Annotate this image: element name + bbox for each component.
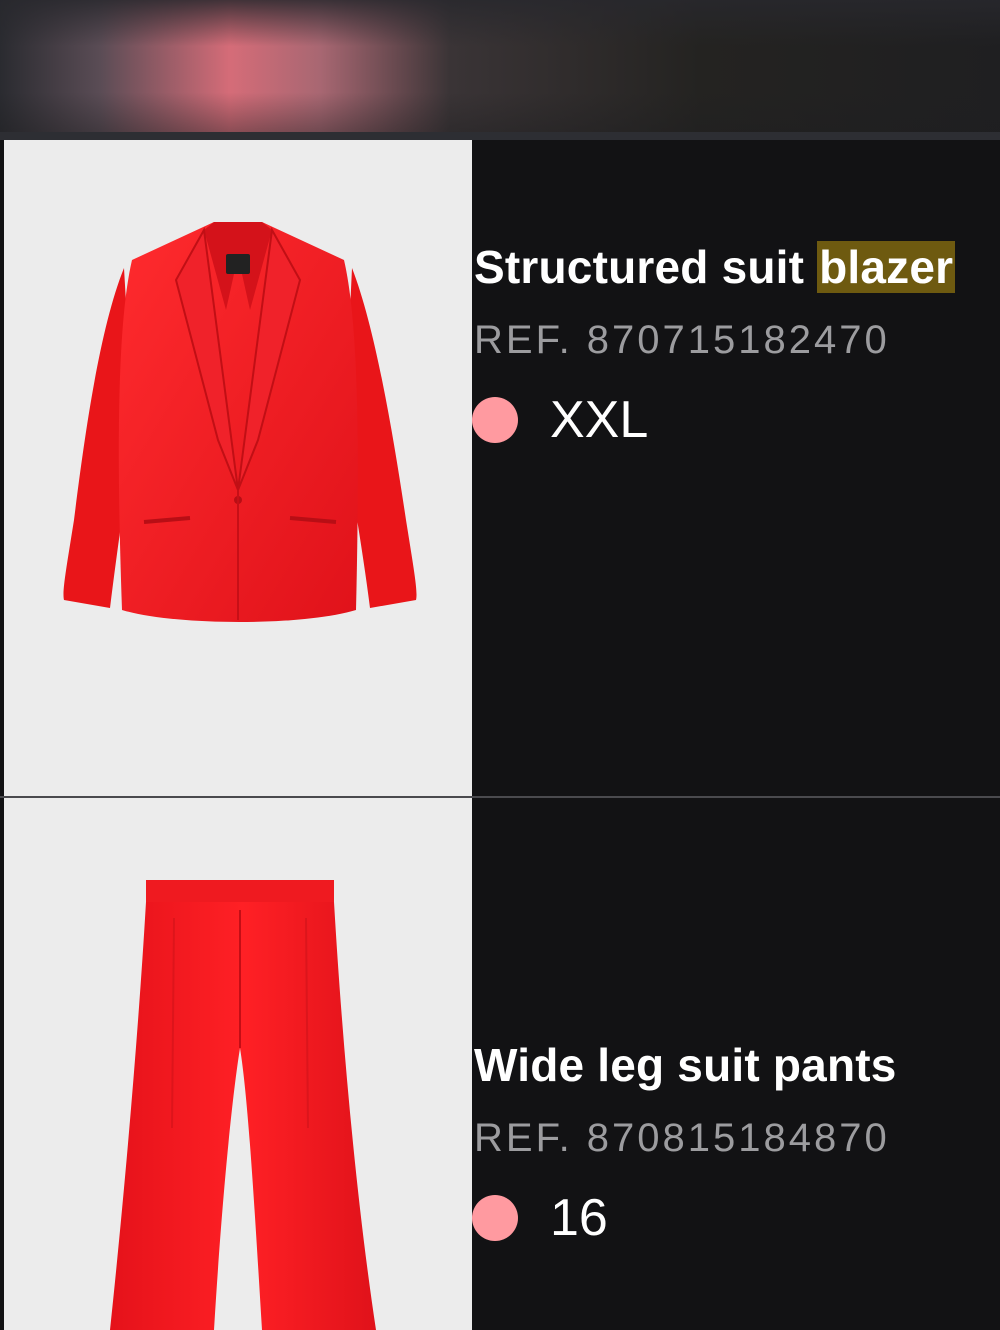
- search-match-highlight: blazer: [817, 241, 956, 293]
- product-title[interactable]: Wide leg suit pants: [474, 1038, 897, 1092]
- product-item-blazer[interactable]: Structured suit blazer REF. 870715182470…: [0, 140, 1000, 796]
- product-title-text: Wide leg suit pants: [474, 1039, 897, 1091]
- product-reference: REF. 870715182470: [474, 318, 890, 362]
- header-divider: [0, 132, 1000, 140]
- size-row: XXL: [472, 391, 649, 449]
- red-blazer-image: [63, 222, 417, 622]
- size-label: XXL: [550, 391, 649, 449]
- blurred-header-bar: [0, 0, 1000, 132]
- size-row: 16: [472, 1189, 608, 1247]
- product-title-text: Structured suit: [474, 241, 818, 293]
- product-reference: REF. 870815184870: [474, 1116, 890, 1160]
- color-swatch-icon: [472, 1195, 518, 1241]
- product-item-pants[interactable]: Wide leg suit pants REF. 870815184870 16: [0, 798, 1000, 1330]
- product-image-pants[interactable]: [4, 798, 472, 1330]
- product-info-pants: Wide leg suit pants REF. 870815184870 16: [472, 798, 1000, 1330]
- product-image-blazer[interactable]: [4, 140, 472, 796]
- size-label: 16: [550, 1189, 608, 1247]
- product-list: Structured suit blazer REF. 870715182470…: [0, 140, 1000, 1330]
- product-title[interactable]: Structured suit blazer: [474, 240, 956, 294]
- product-info-blazer: Structured suit blazer REF. 870715182470…: [472, 140, 1000, 796]
- red-pants-image: [110, 880, 376, 1330]
- color-swatch-icon: [472, 397, 518, 443]
